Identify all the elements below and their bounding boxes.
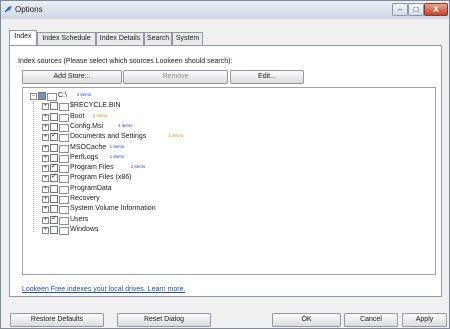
tree-item-label: C:\ xyxy=(58,92,67,99)
restore-defaults-button[interactable]: Restore Defaults xyxy=(10,313,104,327)
folder-icon xyxy=(59,113,69,122)
tree-item-label: Documents and Settings xyxy=(70,133,147,141)
item-count-badge: 1 items xyxy=(118,122,133,128)
tree-item-label: Program Files (x86) xyxy=(70,174,132,182)
folder-icon xyxy=(59,123,69,132)
include-checkbox[interactable] xyxy=(50,143,58,152)
tab-index-schedule[interactable]: Index Schedule xyxy=(37,32,96,45)
maximize-button[interactable]: □ xyxy=(408,3,424,16)
ok-button[interactable]: OK xyxy=(272,313,341,327)
include-checkbox[interactable] xyxy=(50,172,58,183)
tree-item-label: Users xyxy=(70,215,89,223)
item-count-badge: 1 items xyxy=(109,143,125,149)
expand-icon[interactable]: + xyxy=(42,175,49,183)
include-checkbox[interactable] xyxy=(50,184,58,193)
include-checkbox[interactable] xyxy=(50,195,58,203)
include-checkbox[interactable] xyxy=(50,214,58,224)
tree-item-label: MSOCache xyxy=(70,143,107,151)
collapse-icon[interactable]: − xyxy=(30,93,37,100)
folder-icon xyxy=(59,175,69,184)
title-bar[interactable]: Options – □ X xyxy=(1,1,449,19)
folder-icon xyxy=(59,134,69,143)
include-checkbox[interactable] xyxy=(50,131,58,142)
item-count-badge: 2 items xyxy=(92,112,108,118)
index-sources-tree[interactable]: − C:\ 4 items + $RECYCLE.BIN + Boot 2 items + Con… xyxy=(22,87,436,275)
close-button[interactable]: X xyxy=(424,3,448,16)
expand-icon[interactable]: + xyxy=(42,185,49,193)
tree-item-label: Program Files xyxy=(70,164,114,172)
expand-icon[interactable]: + xyxy=(42,154,49,162)
expand-icon[interactable]: + xyxy=(42,165,49,173)
tree-item-label: PerfLogs xyxy=(70,153,99,161)
window-title: Options xyxy=(15,5,43,14)
index-sources-label: Index sources (Please select which sourc… xyxy=(18,58,233,65)
expand-icon[interactable]: + xyxy=(42,206,49,214)
item-count-badge: 1 items xyxy=(168,133,183,139)
folder-icon xyxy=(59,144,69,153)
item-count-badge: 1 items xyxy=(109,153,125,159)
expand-icon[interactable]: + xyxy=(42,113,49,121)
tree-item-label: Boot xyxy=(70,112,85,120)
include-checkbox[interactable] xyxy=(50,102,58,111)
include-checkbox[interactable] xyxy=(50,122,58,131)
bottom-button-bar: Restore Defaults Reset Dialog OK Cancel … xyxy=(1,305,449,328)
maximize-icon: □ xyxy=(413,5,419,14)
drive-icon xyxy=(47,93,57,101)
include-checkbox[interactable] xyxy=(50,153,58,162)
tree-item-label: Windows xyxy=(70,225,99,233)
folder-icon xyxy=(59,196,69,204)
expand-icon[interactable]: + xyxy=(42,216,49,224)
tree-guide-line xyxy=(33,98,34,232)
expand-icon[interactable]: + xyxy=(42,123,49,131)
minimize-button[interactable]: – xyxy=(392,3,408,16)
folder-icon xyxy=(59,165,69,174)
tab-index[interactable]: Index xyxy=(9,30,37,45)
expand-icon[interactable]: + xyxy=(42,226,49,234)
item-count-badge: 1 items xyxy=(130,164,146,170)
item-count-badge: 4 items xyxy=(76,92,92,97)
expand-icon[interactable]: + xyxy=(42,196,49,203)
expand-icon[interactable]: + xyxy=(42,103,49,111)
folder-icon xyxy=(59,185,69,194)
cancel-button[interactable]: Cancel xyxy=(344,313,398,327)
remove-button[interactable]: Remove xyxy=(123,70,228,84)
app-icon xyxy=(4,6,12,13)
tree-item-label: System Volume Information xyxy=(70,205,156,213)
reset-dialog-button[interactable]: Reset Dialog xyxy=(117,313,211,327)
folder-icon xyxy=(59,216,69,225)
edit-button[interactable]: Edit... xyxy=(230,70,304,84)
tab-system[interactable]: System xyxy=(172,32,203,45)
folder-icon xyxy=(59,226,69,235)
tree-item-label: Recovery xyxy=(70,195,100,202)
add-store-button[interactable]: Add Store... xyxy=(22,70,122,84)
minimize-icon: – xyxy=(397,5,403,14)
include-checkbox[interactable] xyxy=(50,162,58,173)
learn-more-link[interactable]: Lookeen Free indexes your local drives. … xyxy=(22,286,185,293)
tree-item-label: ProgramData xyxy=(70,184,112,192)
include-checkbox[interactable] xyxy=(38,92,46,100)
folder-icon xyxy=(59,154,69,163)
include-checkbox[interactable] xyxy=(50,205,58,214)
tab-index-details[interactable]: Index Details xyxy=(96,32,144,45)
folder-icon xyxy=(59,103,69,112)
expand-icon[interactable]: + xyxy=(42,134,49,142)
expand-icon[interactable]: + xyxy=(42,144,49,152)
options-window: Options – □ X Index Index Schedule Index… xyxy=(0,0,450,329)
close-icon: X xyxy=(433,5,439,14)
tab-search[interactable]: Search xyxy=(144,32,172,45)
include-checkbox[interactable] xyxy=(50,112,58,121)
apply-button[interactable]: Apply xyxy=(402,313,447,327)
tree-item-label: Config.Msi xyxy=(70,122,104,130)
include-checkbox[interactable] xyxy=(50,225,58,234)
folder-icon xyxy=(59,206,69,215)
